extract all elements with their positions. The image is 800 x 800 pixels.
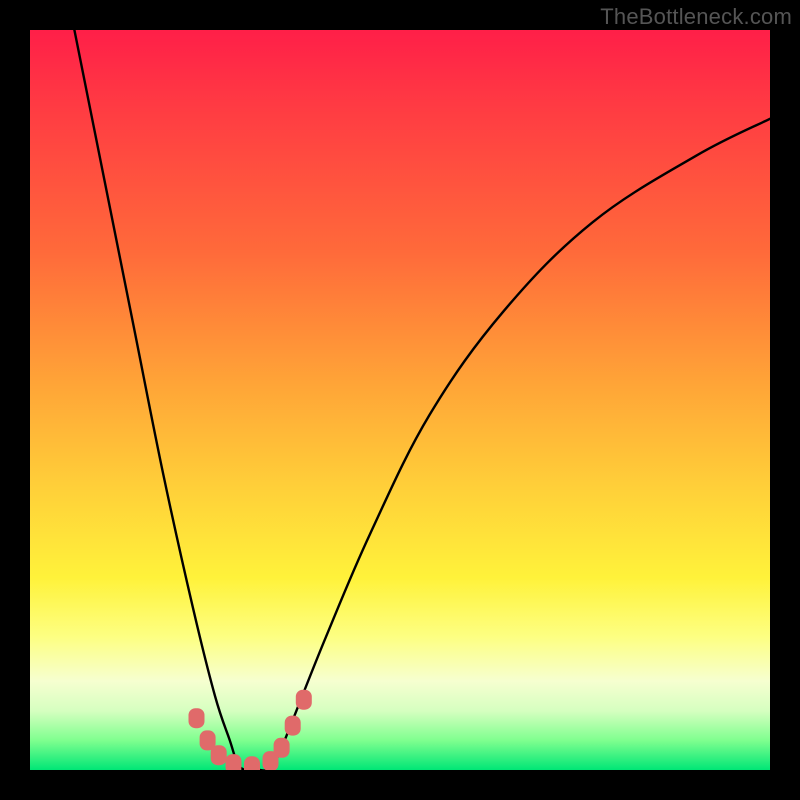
bottleneck-curve <box>74 30 770 770</box>
curve-marker <box>211 745 227 765</box>
curve-marker <box>226 754 242 770</box>
curve-marker <box>244 756 260 770</box>
curve-marker <box>274 738 290 758</box>
plot-area <box>30 30 770 770</box>
curve-marker <box>189 708 205 728</box>
curve-marker <box>296 690 312 710</box>
chart-frame: TheBottleneck.com <box>0 0 800 800</box>
curve-markers <box>189 690 312 770</box>
curve-marker <box>285 716 301 736</box>
watermark-text: TheBottleneck.com <box>600 4 792 30</box>
curve-layer <box>30 30 770 770</box>
